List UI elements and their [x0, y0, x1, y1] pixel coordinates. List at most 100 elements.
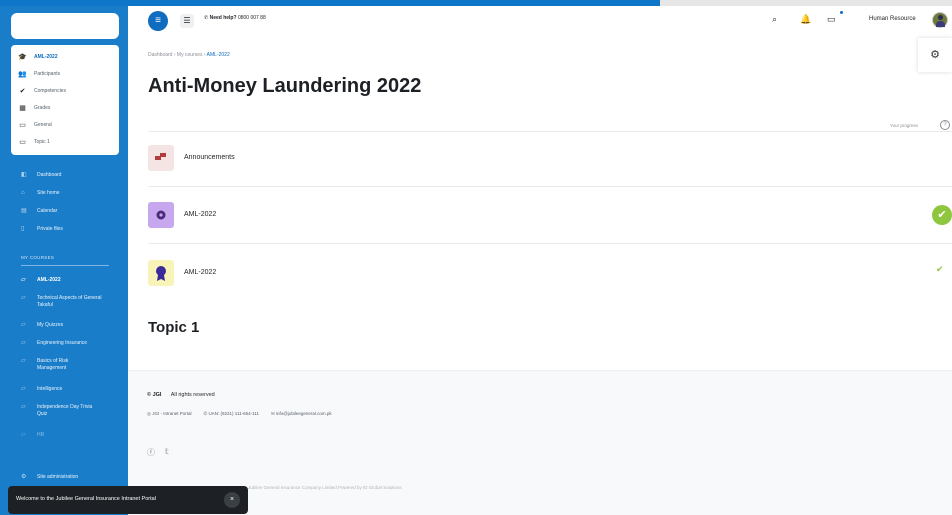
scorm-icon — [148, 202, 174, 228]
file-icon: ▯ — [21, 226, 25, 232]
my-course-item[interactable]: ▱ AML-2022 — [0, 277, 128, 294]
grades-icon: ▦ — [19, 104, 26, 112]
list-icon: ☰ — [183, 16, 191, 25]
course-index-label: Competencies — [34, 87, 66, 94]
divider — [148, 131, 952, 132]
toast-close-button[interactable]: × — [224, 492, 240, 508]
graduation-cap-icon: 🎓 — [18, 53, 27, 61]
my-course-label: Basics of Risk Management — [37, 358, 69, 371]
help-line: ✆ Need help? 0800 007 88 — [204, 15, 266, 21]
avatar[interactable] — [932, 12, 948, 28]
certificate-icon — [148, 260, 174, 286]
course-index-item-competencies[interactable]: ✔ Competencies — [11, 82, 119, 99]
course-icon: ▱ — [21, 340, 26, 346]
settings-gear-button[interactable]: ⚙ — [918, 38, 952, 72]
my-course-label: Independence Day Trivia Quiz — [37, 404, 93, 417]
course-icon: ▱ — [21, 432, 26, 438]
footer-link-email[interactable]: ✉ info@jubileegeneral.com.pk — [271, 411, 332, 417]
my-course-item[interactable]: ▱ Basics of Risk Management — [0, 358, 128, 386]
phone-icon: ✆ — [203, 411, 208, 416]
drawer-toggle-button[interactable]: ≡ — [148, 11, 168, 31]
breadcrumb-item[interactable]: Dashboard — [148, 52, 172, 58]
chat-icon[interactable]: ▭ — [827, 14, 836, 25]
my-course-item[interactable]: ▱ My Quizzes — [0, 322, 128, 340]
toast-message: Welcome to the Jubilee General Insurance… — [16, 496, 156, 502]
my-course-label: Engineering Insurance — [37, 340, 88, 346]
progress-label: Your progress — [890, 123, 918, 128]
my-course-item[interactable]: ▱ Engineering Insurance — [0, 340, 128, 358]
facebook-icon[interactable]: ⓕ — [147, 447, 155, 458]
phone-icon: ✆ — [204, 15, 209, 21]
course-index: 🎓 AML-2022 👥 Participants ✔ Competencies… — [11, 45, 119, 155]
my-course-item[interactable]: ▱ Independence Day Trivia Quiz — [0, 404, 128, 432]
course-index-label: General — [34, 121, 52, 128]
course-index-label: AML-2022 — [34, 53, 58, 60]
footer-link-portal[interactable]: ◎ JGI - Intranet Portal — [147, 411, 191, 417]
forum-icon — [148, 145, 174, 171]
my-course-item[interactable]: ▱ Intelligence — [0, 386, 128, 404]
sidebar-item-label: Private files — [37, 226, 63, 232]
activity-certificate[interactable]: AML-2022 ✔ — [148, 260, 952, 290]
activity-announcements[interactable]: Announcements — [148, 145, 952, 175]
course-index-item-general[interactable]: ▭ General — [11, 116, 119, 133]
footer-rights: All rights reserved — [170, 392, 215, 398]
course-index-label: Topic 1 — [34, 138, 50, 145]
footer-link-label: UAN: (9221) 111-654-111 — [208, 411, 259, 416]
activity-scorm[interactable]: AML-2022 ✔ — [148, 202, 952, 232]
page-title: Anti-Money Laundering 2022 — [148, 75, 422, 97]
avatar-head — [938, 15, 943, 20]
divider — [148, 243, 952, 244]
activity-name[interactable]: Announcements — [184, 154, 235, 161]
sidebar-item-calendar[interactable]: ▤ Calendar — [0, 208, 128, 226]
course-icon: ▱ — [21, 322, 26, 328]
footer-link-label: info@jubileegeneral.com.pk — [276, 411, 332, 416]
sidebar: 🎓 AML-2022 👥 Participants ✔ Competencies… — [0, 6, 128, 515]
sidebar-item-dashboard[interactable]: ◧ Dashboard — [0, 172, 128, 190]
user-name[interactable]: Human Resource — [869, 16, 916, 22]
gear-icon: ⚙ — [930, 49, 940, 61]
my-course-label: Technical Aspects of General Takaful — [37, 295, 102, 308]
help-label: Need help? — [209, 15, 237, 21]
course-index-item-topic-1[interactable]: ▭ Topic 1 — [11, 133, 119, 150]
users-icon: 👥 — [18, 70, 27, 78]
activity-name[interactable]: AML-2022 — [184, 269, 216, 276]
footer-powered-by: Jubilee General Insurance Company Limite… — [248, 485, 402, 490]
completion-check-icon[interactable]: ✔ — [932, 205, 952, 225]
my-course-label: My Quizzes — [37, 322, 64, 328]
bell-icon[interactable]: 🔔 — [800, 14, 811, 25]
globe-icon: ◎ — [147, 411, 151, 416]
my-course-item[interactable]: ▱ Technical Aspects of General Takaful — [0, 294, 128, 322]
course-index-item-participants[interactable]: 👥 Participants — [11, 65, 119, 82]
breadcrumb-current[interactable]: AML-2022 — [207, 52, 230, 58]
breadcrumb-separator: › — [203, 52, 206, 58]
manual-check-icon[interactable]: ✔ — [936, 264, 944, 275]
home-icon: ⌂ — [21, 190, 25, 196]
twitter-icon[interactable]: 𝕥 — [165, 447, 169, 458]
footer-social: ⓕ 𝕥 — [147, 447, 169, 458]
course-index-item-grades[interactable]: ▦ Grades — [11, 99, 119, 116]
chat-unread-dot — [840, 11, 843, 14]
help-icon[interactable]: ? — [940, 120, 950, 130]
footer-copyright: © JGI — [147, 392, 162, 398]
course-index-label: Grades — [34, 104, 51, 111]
course-icon: ▱ — [21, 295, 26, 301]
sidebar-item-site-administration[interactable]: ⚙ Site administration — [0, 474, 128, 481]
calendar-icon: ▤ — [21, 208, 27, 214]
my-courses-list: ▱ AML-2022 ▱ Technical Aspects of Genera… — [0, 277, 128, 450]
course-index-item-course[interactable]: 🎓 AML-2022 — [11, 48, 119, 65]
sidebar-item-private-files[interactable]: ▯ Private files — [0, 226, 128, 244]
folder-icon: ▭ — [19, 138, 26, 146]
my-course-item[interactable]: ▱ HR — [0, 432, 128, 450]
footer-link-phone[interactable]: ✆ UAN: (9221) 111-654-111 — [203, 411, 259, 417]
course-index-label: Participants — [34, 70, 61, 77]
course-index-toggle-button[interactable]: ☰ — [180, 14, 194, 28]
menu-icon: ≡ — [155, 15, 161, 26]
footer-links: ◎ JGI - Intranet Portal ✆ UAN: (9221) 11… — [147, 411, 332, 417]
activity-name[interactable]: AML-2022 — [184, 211, 216, 218]
my-course-label: HR — [37, 432, 45, 438]
sidebar-search-box[interactable] — [11, 13, 119, 39]
sidebar-item-site-home[interactable]: ⌂ Site home — [0, 190, 128, 208]
search-icon[interactable]: ⌕ — [772, 14, 777, 25]
breadcrumb-item[interactable]: My courses — [177, 52, 203, 58]
close-icon: × — [229, 496, 235, 503]
